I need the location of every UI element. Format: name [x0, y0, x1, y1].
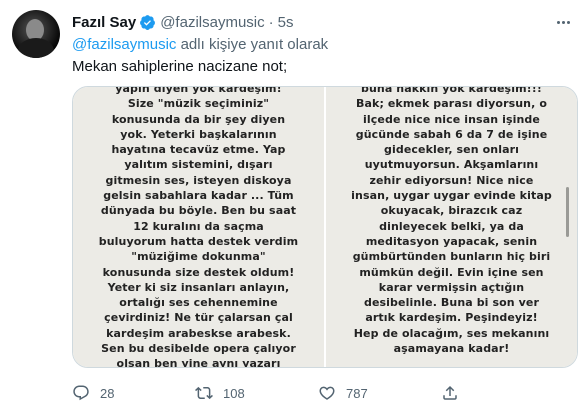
- image-text-line: yalıtım sistemini, dışarı: [124, 158, 273, 172]
- reply-context-text: adlı kişiye yanıt olarak: [176, 36, 329, 53]
- image-text-line: konusunda da bir şey diyen: [111, 112, 286, 126]
- more-options-icon[interactable]: [553, 12, 573, 32]
- share-icon: [443, 385, 457, 400]
- media-image-left[interactable]: yapin diyen yok kardeşim! Size "müzik seç…: [73, 87, 324, 367]
- image-text-line: insan, uygar uygar evinde kitap: [351, 189, 552, 203]
- tweet-actions: 28 108 787: [72, 384, 572, 404]
- tweet-media[interactable]: yapin diyen yok kardeşim! Size "müzik seç…: [72, 86, 578, 368]
- tweet-text: Mekan sahiplerine nacizane not;: [72, 58, 288, 75]
- image-text-line: "müziğime dokunma": [131, 250, 266, 264]
- reply-mention-link[interactable]: @fazilsaymusic: [72, 36, 176, 53]
- image-text-line: olsan ben yine aynı yazarı: [116, 357, 281, 367]
- image-text-line: gitmesin ses, isteyen diskoya: [105, 173, 292, 187]
- avatar[interactable]: [12, 10, 60, 58]
- image-text-line: zehir ediyorsun! Nice nice: [369, 173, 534, 187]
- image-scrollbar: [566, 187, 569, 237]
- image-text-line: gidecekler, sen onları: [384, 143, 519, 157]
- reply-button[interactable]: 28: [72, 384, 114, 402]
- image-text-line: karar vermişsin açtığın: [378, 280, 525, 294]
- like-button[interactable]: 787: [318, 384, 368, 402]
- image-text-right: buna hakkın yok kardeşim!!! Bak; ekmek pa…: [326, 87, 577, 356]
- image-text-line: gücünde sabah 6 da 7 de işine: [355, 127, 548, 141]
- image-text-line: uyutmuyorsun. Akşamlarını: [364, 158, 539, 172]
- tweet-header: Fazıl Say @fazilsaymusic · 5s: [72, 12, 293, 32]
- image-text-line: buna hakkın yok kardeşim!!!: [360, 87, 542, 95]
- image-text-line: ilçede nice nice insan işinde: [363, 112, 540, 126]
- image-text-line: buluyorum hatta destek verdim: [98, 234, 299, 248]
- heart-icon: [319, 386, 335, 400]
- handle[interactable]: @fazilsaymusic: [160, 14, 264, 31]
- image-text-line: okuyacak, birazcık caz: [380, 204, 523, 218]
- image-text-line: 12 kuralını da saçma: [133, 219, 264, 233]
- verified-badge-icon: [140, 14, 156, 30]
- image-text-line: çevirdiniz! Ne tür çalarsan çal: [104, 311, 293, 325]
- media-image-right[interactable]: buna hakkın yok kardeşim!!! Bak; ekmek pa…: [326, 87, 577, 367]
- reply-context: @fazilsaymusic adlı kişiye yanıt olarak: [72, 36, 328, 53]
- like-count: 787: [346, 385, 368, 401]
- image-text-line: Hep de olacağım, ses mekanını: [353, 326, 550, 340]
- image-text-line: yapin diyen yok kardeşim!: [115, 87, 282, 95]
- image-text-line: kardeşim arabeskse arabesk.: [106, 326, 291, 340]
- display-name[interactable]: Fazıl Say: [72, 14, 136, 31]
- retweet-count: 108: [223, 385, 245, 401]
- image-text-line: aşamayana kadar!: [393, 342, 510, 356]
- image-text-line: desibelinle. Buna bi son ver: [364, 296, 539, 310]
- image-text-line: Yeter ki siz insanları anlayın,: [107, 280, 290, 294]
- reply-count: 28: [100, 385, 115, 401]
- share-button[interactable]: [441, 384, 459, 402]
- image-text-line: yok. Yeterki başkalarının: [120, 127, 277, 141]
- image-text-line: artık kardeşim. Peşindeyiz!: [365, 311, 538, 325]
- image-text-line: meditasyon yapacak, senin: [365, 234, 538, 248]
- image-text-line: Size "müzik seçiminiz": [127, 97, 270, 111]
- image-text-left: yapin diyen yok kardeşim! Size "müzik seç…: [73, 87, 324, 367]
- image-text-line: Sen bu desibelde opera çalıyor: [101, 342, 296, 356]
- retweet-icon: [195, 386, 213, 400]
- timestamp[interactable]: 5s: [278, 14, 294, 31]
- image-text-line: Bak; ekmek parası diyorsun, o: [356, 97, 547, 111]
- image-text-line: dinleyecek belki, ya da: [379, 219, 524, 233]
- reply-icon: [73, 385, 89, 401]
- image-text-line: dünyada bu böyle. Ben bu saat: [100, 204, 297, 218]
- image-text-line: mümkün değil. Evin içine sen: [359, 265, 544, 279]
- image-text-line: hayatına tecavüz etme. Yap: [111, 143, 286, 157]
- image-text-line: gelsin sabahlara kadar ... Tüm: [103, 189, 294, 203]
- separator-dot: ·: [268, 13, 274, 31]
- retweet-button[interactable]: 108: [195, 384, 245, 402]
- avatar-body: [18, 38, 54, 58]
- image-text-line: konusunda size destek oldum!: [102, 265, 295, 279]
- image-text-line: gümbürtünden bunların hiç biri: [352, 250, 551, 264]
- image-text-line: ortalığı ses cehennemine: [119, 296, 278, 310]
